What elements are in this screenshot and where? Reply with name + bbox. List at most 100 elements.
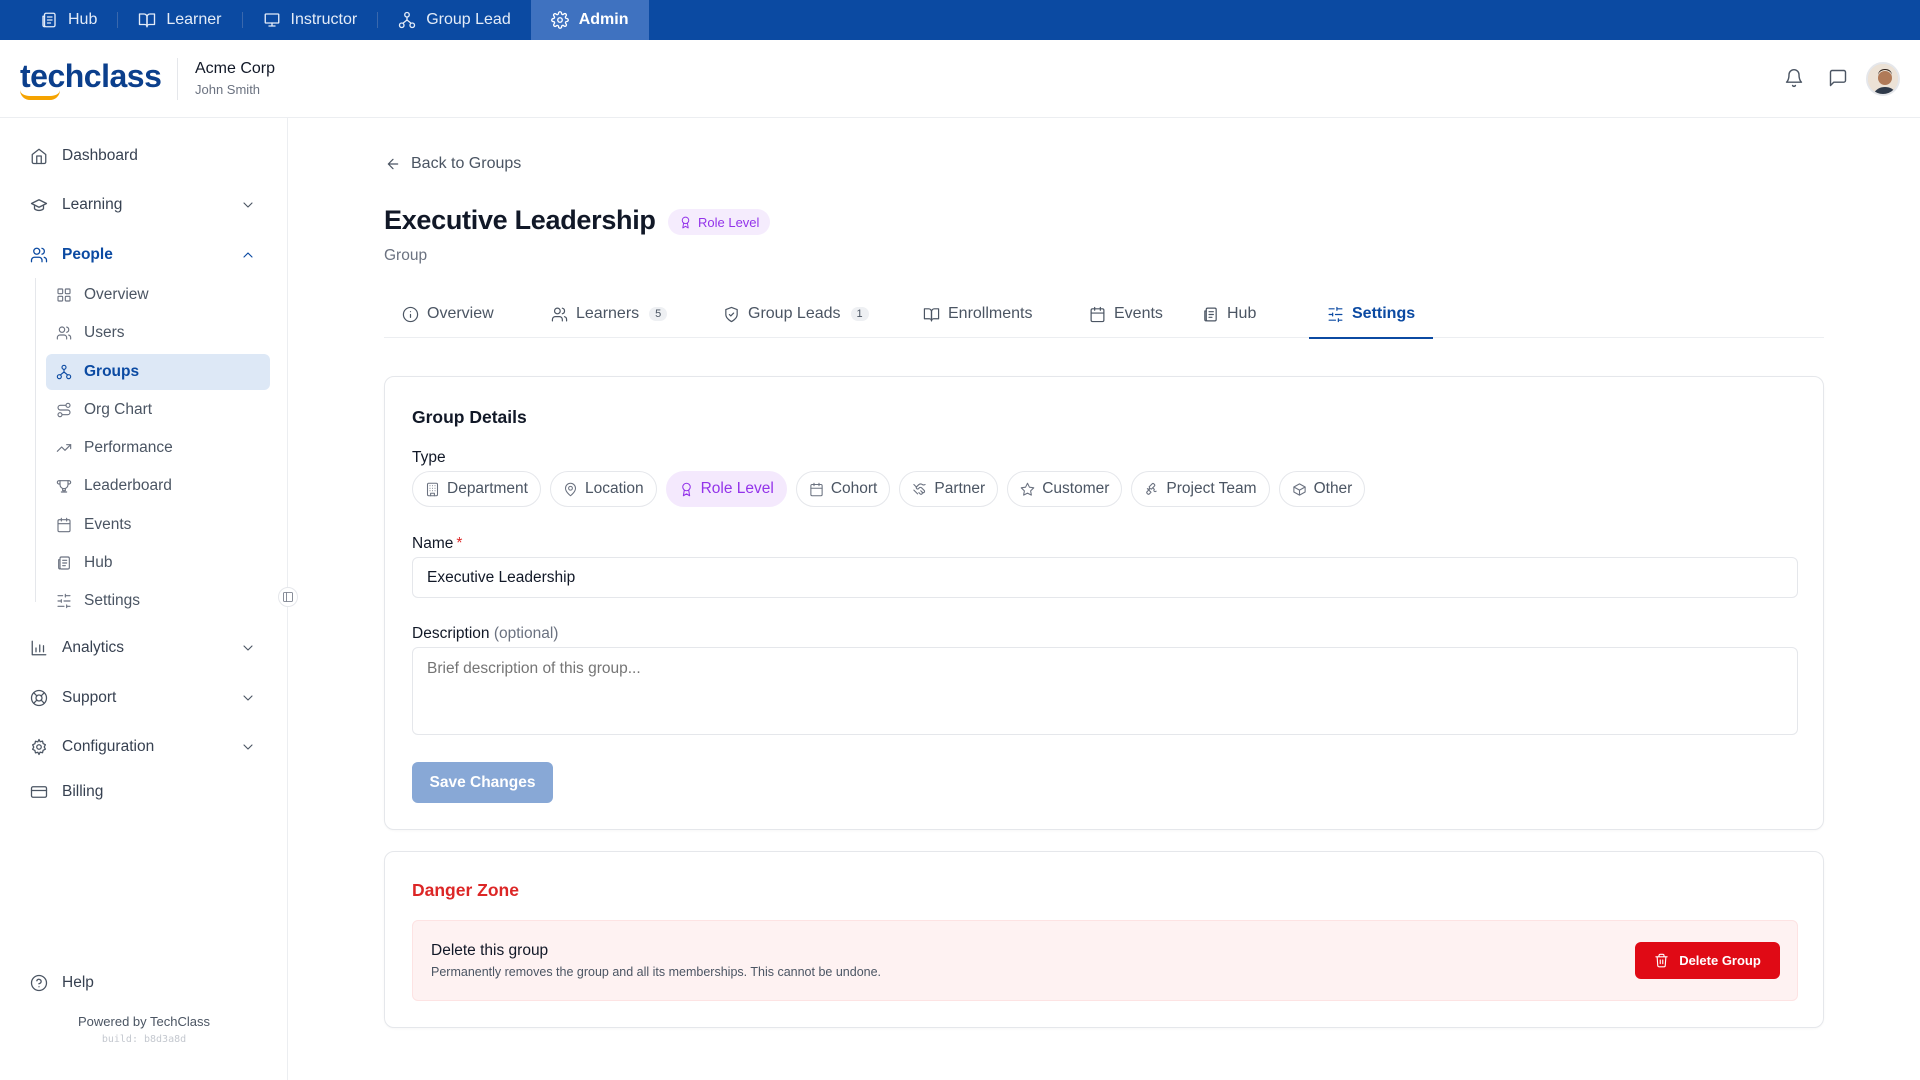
help-label: Help (62, 974, 94, 991)
role-switcher-bar: Hub Learner Instructor Group Lead Admin (0, 0, 1920, 40)
description-textarea[interactable] (412, 647, 1798, 735)
sidebar-subitem-events[interactable]: Events (46, 507, 270, 543)
delete-group-button[interactable]: Delete Group (1635, 942, 1780, 979)
role-tab-learner[interactable]: Learner (118, 0, 241, 40)
tab-enrollments[interactable]: Enrollments (905, 290, 1050, 338)
graduation-cap-icon (30, 199, 48, 212)
tab-label: Hub (1227, 305, 1257, 322)
type-chip-role-level[interactable]: Role Level (665, 471, 787, 507)
notifications-button[interactable] (1784, 68, 1806, 90)
sidebar-subitem-org-chart[interactable]: Org Chart (46, 392, 270, 428)
tab-learners[interactable]: Learners 5 (533, 290, 685, 338)
chip-label: Department (447, 480, 528, 497)
sidebar-item-learning[interactable]: Learning (30, 189, 256, 221)
tab-settings[interactable]: Settings (1309, 290, 1434, 339)
sidebar-subitem-label: Hub (84, 554, 113, 571)
sidebar-item-dashboard[interactable]: Dashboard (30, 140, 256, 172)
help-circle-icon (30, 974, 48, 992)
badge-label: Role Level (698, 214, 760, 230)
gear-icon (550, 11, 569, 29)
sidebar-subitem-overview[interactable]: Overview (46, 277, 270, 313)
org-name: Acme Corp (195, 60, 276, 77)
sidebar-item-analytics[interactable]: Analytics (30, 632, 256, 664)
optional-marker: (optional) (493, 625, 559, 642)
page-subtitle: Group (384, 247, 428, 264)
tab-bar: Overview Learners 5 Group Leads 1 Enroll… (384, 290, 1824, 339)
role-tab-admin[interactable]: Admin (530, 0, 649, 40)
type-chip-location[interactable]: Location (549, 471, 657, 507)
chevron-up-icon (243, 252, 253, 258)
newspaper-icon (58, 556, 70, 570)
tab-overview[interactable]: Overview (384, 290, 512, 338)
network-icon (56, 364, 72, 380)
panel-left-icon (283, 592, 293, 602)
name-input-value: Executive Leadership (427, 568, 576, 586)
back-link[interactable]: Back to Groups (385, 155, 521, 173)
sidebar-subitem-settings[interactable]: Settings (46, 583, 270, 619)
save-changes-button[interactable]: Save Changes (412, 762, 553, 803)
chip-label: Other (1313, 480, 1353, 497)
delete-button-label: Delete Group (1679, 953, 1761, 968)
type-chip-cohort[interactable]: Cohort (795, 471, 891, 507)
sidebar-item-label: People (62, 246, 113, 263)
help-link[interactable]: Help (30, 967, 256, 999)
type-chip-department[interactable]: Department (412, 471, 541, 507)
avatar[interactable] (1866, 62, 1900, 96)
sidebar-item-configuration[interactable]: Configuration (30, 731, 256, 763)
danger-zone-card: Danger Zone Delete this group Permanentl… (384, 851, 1824, 1028)
chevron-down-icon (243, 744, 253, 750)
book-open-icon (923, 307, 940, 321)
tab-label: Overview (427, 305, 494, 322)
calendar-icon (1090, 306, 1105, 322)
sidebar-subitem-groups[interactable]: Groups (46, 354, 270, 390)
sidebar-subitem-performance[interactable]: Performance (46, 430, 270, 466)
divider (177, 58, 178, 100)
type-label: Type (412, 449, 446, 466)
name-input[interactable]: Executive Leadership (412, 557, 1798, 598)
chip-label: Customer (1042, 480, 1110, 497)
tab-group-leads[interactable]: Group Leads 1 (705, 290, 887, 338)
messages-button[interactable] (1828, 68, 1850, 90)
role-tab-label: Learner (166, 11, 222, 28)
back-label: Back to Groups (411, 155, 522, 172)
message-square-icon (1829, 69, 1847, 87)
sidebar-item-support[interactable]: Support (30, 682, 256, 714)
sidebar-item-people[interactable]: People (30, 239, 256, 271)
type-chip-other[interactable]: Other (1278, 471, 1366, 507)
role-tab-hub[interactable]: Hub (20, 0, 117, 40)
sidebar-subitem-hub[interactable]: Hub (46, 545, 270, 581)
delete-heading: Delete this group (431, 942, 549, 959)
users-icon (30, 247, 48, 263)
tab-events[interactable]: Events (1071, 290, 1181, 338)
page-title: Executive Leadership (384, 205, 656, 235)
danger-zone-title: Danger Zone (412, 880, 519, 900)
org-switcher[interactable]: Acme Corp John Smith (195, 60, 275, 97)
tab-count: 1 (850, 307, 869, 321)
tab-label: Settings (1352, 305, 1416, 322)
logo[interactable]: techclass (20, 58, 162, 100)
type-chip-customer[interactable]: Customer (1007, 471, 1123, 507)
sidebar-item-billing[interactable]: Billing (30, 776, 256, 808)
role-tab-instructor[interactable]: Instructor (243, 0, 378, 40)
trophy-icon (56, 480, 72, 493)
role-tab-label: Hub (68, 11, 98, 28)
trash-icon (1655, 953, 1668, 968)
tab-count: 5 (649, 307, 668, 321)
gear-icon (31, 738, 47, 756)
tab-label: Learners (576, 305, 640, 322)
group-details-card: Group Details Type Department Location R… (384, 376, 1824, 830)
calendar-icon (810, 482, 823, 496)
shield-check-icon (725, 306, 738, 322)
puzzle-icon (1146, 482, 1158, 495)
sidebar-subitem-leaderboard[interactable]: Leaderboard (46, 468, 270, 504)
type-chip-project-team[interactable]: Project Team (1131, 471, 1270, 507)
chip-label: Project Team (1166, 480, 1257, 497)
sidebar-collapse-button[interactable] (278, 587, 298, 607)
type-chip-partner[interactable]: Partner (899, 471, 999, 507)
tab-hub[interactable]: Hub (1184, 290, 1274, 338)
box-icon (1292, 482, 1306, 496)
submenu-guide-line (35, 278, 36, 602)
sidebar-subitem-users[interactable]: Users (46, 315, 270, 351)
role-tab-group-lead[interactable]: Group Lead (378, 0, 531, 40)
tab-label: Enrollments (948, 305, 1033, 322)
